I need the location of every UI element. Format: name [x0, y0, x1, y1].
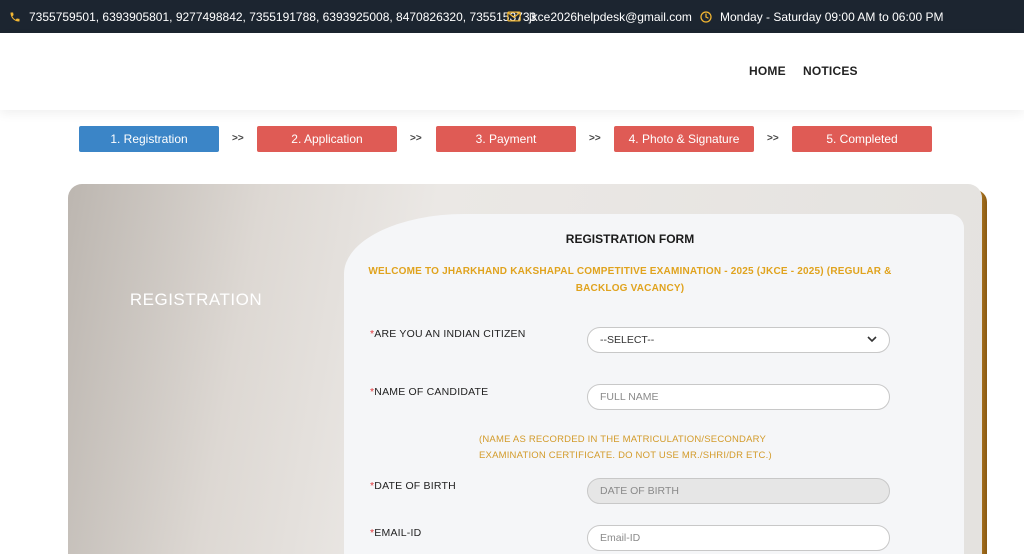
step-photo-signature[interactable]: 4. Photo & Signature	[614, 126, 754, 152]
phone-contact: 7355759501, 6393905801, 9277498842, 7355…	[9, 0, 536, 33]
dob-label: *DATE OF BIRTH	[370, 480, 456, 492]
envelope-icon	[507, 11, 521, 22]
citizen-selected-value: --SELECT--	[600, 334, 655, 346]
name-note: (NAME AS RECORDED IN THE MATRICULATION/S…	[479, 434, 772, 461]
step-payment[interactable]: 3. Payment	[436, 126, 576, 152]
name-input[interactable]	[600, 391, 877, 403]
left-panel-title: REGISTRATION	[129, 290, 263, 309]
email-label-text: EMAIL-ID	[374, 527, 422, 539]
citizen-select[interactable]: --SELECT--	[587, 327, 890, 353]
welcome-text: WELCOME TO JHARKHAND KAKSHAPAL COMPETITI…	[368, 266, 892, 294]
chevron-down-icon	[867, 335, 877, 346]
citizen-label: *ARE YOU AN INDIAN CITIZEN	[370, 328, 526, 340]
citizen-label-text: ARE YOU AN INDIAN CITIZEN	[374, 328, 526, 340]
email-input[interactable]	[600, 532, 877, 544]
name-field[interactable]	[587, 384, 890, 410]
clock-icon	[700, 10, 712, 23]
step-separator: >>	[410, 133, 422, 144]
dob-field[interactable]	[587, 478, 890, 504]
step-separator: >>	[589, 133, 601, 144]
hours-text: Monday - Saturday 09:00 AM to 06:00 PM	[720, 9, 944, 24]
nav-notices-link[interactable]: NOTICES	[803, 64, 858, 78]
form-title: REGISTRATION FORM	[565, 232, 695, 246]
office-hours: Monday - Saturday 09:00 AM to 06:00 PM	[700, 0, 943, 33]
name-label: *NAME OF CANDIDATE	[370, 386, 488, 398]
email-label: *EMAIL-ID	[370, 527, 421, 539]
nav-home-link[interactable]: HOME	[749, 64, 786, 78]
phone-numbers: 7355759501, 6393905801, 9277498842, 7355…	[29, 9, 537, 24]
name-label-text: NAME OF CANDIDATE	[374, 386, 489, 398]
step-separator: >>	[767, 133, 779, 144]
dob-label-text: DATE OF BIRTH	[374, 480, 456, 492]
step-registration[interactable]: 1. Registration	[79, 126, 219, 152]
dob-input[interactable]	[600, 485, 877, 497]
site-header: HOME NOTICES	[0, 33, 1024, 110]
top-contact-bar: 7355759501, 6393905801, 9277498842, 7355…	[0, 0, 1024, 33]
step-application[interactable]: 2. Application	[257, 126, 397, 152]
email-field[interactable]	[587, 525, 890, 551]
email-address[interactable]: jkce2026helpdesk@gmail.com	[529, 10, 692, 24]
phone-icon	[9, 11, 21, 23]
step-separator: >>	[232, 133, 244, 144]
step-completed[interactable]: 5. Completed	[792, 126, 932, 152]
email-contact[interactable]: jkce2026helpdesk@gmail.com	[507, 0, 692, 33]
